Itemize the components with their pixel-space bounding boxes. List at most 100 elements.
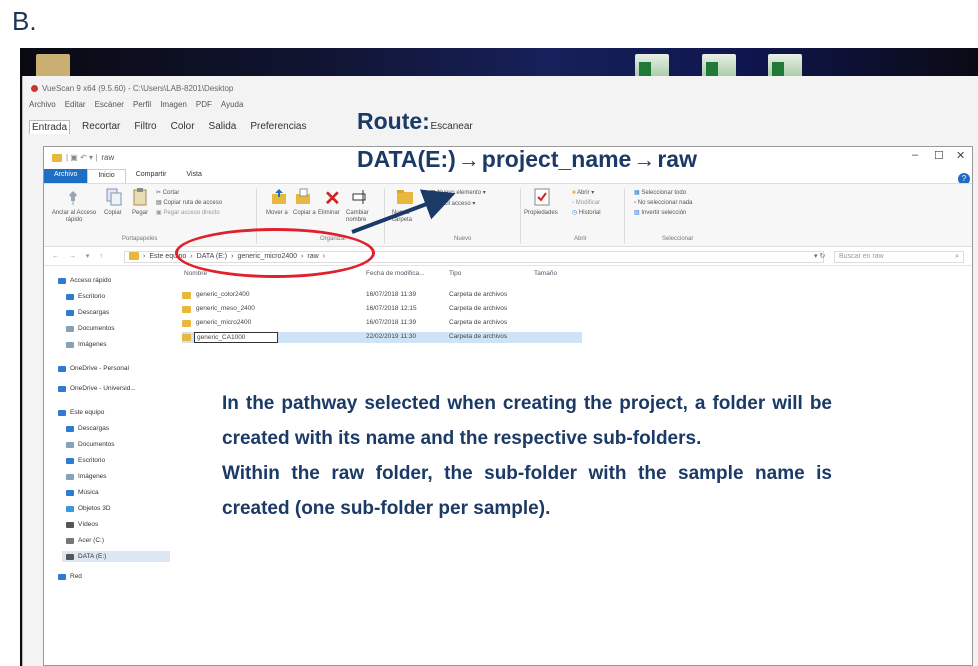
nav-item[interactable]: Imágenes [66,341,107,348]
menu-escaner[interactable]: Escáner [95,100,124,109]
file-row-selected[interactable]: generic_CA1000 22/02/2019 11:30 Carpeta … [182,332,582,343]
column-header-date[interactable]: Fecha de modifica... [366,270,425,277]
menu-archivo[interactable]: Archivo [29,100,56,109]
tab-recortar[interactable]: Recortar [80,120,122,134]
nav-item[interactable]: Descargas [66,309,109,316]
group-divider [520,188,521,244]
navigation-buttons[interactable]: ← → ▾ ↑ [52,252,107,260]
tab-filtro[interactable]: Filtro [132,120,158,134]
videos-icon [66,521,74,528]
folder-icon [182,320,191,327]
refresh-button[interactable]: ▾ ↻ [814,252,825,260]
nav-item[interactable]: Música [66,489,99,496]
search-input[interactable]: Buscar en raw ⌕ [834,251,964,263]
menu-pdf[interactable]: PDF [196,100,212,109]
file-row[interactable]: generic_meso_2400 16/07/2018 12:15 Carpe… [182,304,582,315]
select-all-button[interactable]: ▦ Seleccionar todo [634,190,686,197]
explorer-titlebar: | ▣ ↶ ▾ | raw [52,153,114,162]
maximize-button[interactable]: ☐ [934,149,944,162]
minimize-button[interactable]: – [912,149,918,161]
tab-color[interactable]: Color [169,120,197,134]
ribbon-tab-inicio[interactable]: Inicio [87,169,126,183]
search-icon: ⌕ [955,253,959,260]
ribbon-tab-archivo[interactable]: Archivo [44,169,88,183]
desktop-icon [66,293,74,300]
new-item-button[interactable]: ▦ Nuevo elemento ▾ [430,190,486,197]
nav-item[interactable]: Este equipo [58,409,104,416]
cut-button[interactable]: ✂ Cortar [156,190,179,197]
drive-icon [66,537,74,544]
paste-button[interactable]: Pegar [132,210,148,217]
window-title: raw [101,153,115,162]
menu-imagen[interactable]: Imagen [160,100,187,109]
copy-icon [106,188,122,206]
cloud-icon [58,365,66,372]
cloud-icon [58,385,66,392]
nav-item[interactable]: Descargas [66,425,109,432]
nav-item[interactable]: Documentos [66,325,115,332]
copy-path-button[interactable]: ▤ Copiar ruta de acceso [156,200,222,207]
star-icon [58,277,66,284]
route-arrow-icon: → [457,146,480,172]
ribbon-tab-compartir[interactable]: Compartir [126,169,177,183]
download-icon [66,425,74,432]
select-none-button[interactable]: ▫ No seleccionar nada [634,200,693,207]
nav-item[interactable]: Escritorio [66,293,105,300]
ribbon-tab-vista[interactable]: Vista [176,169,211,183]
properties-button[interactable]: Propiedades [524,210,558,217]
column-header-type[interactable]: Tipo [449,270,461,277]
pictures-icon [66,341,74,348]
rename-button[interactable]: Cambiar nombre [346,210,380,224]
rename-input[interactable]: generic_CA1000 [194,332,278,343]
column-header-size[interactable]: Tamaño [534,270,557,277]
explanation-note: In the pathway selected when creating th… [222,386,832,526]
open-button[interactable]: ■ Abrir ▾ [572,190,594,197]
ribbon-tabs: Archivo Inicio Compartir Vista [44,169,212,183]
folder-icon [129,252,139,260]
nav-item[interactable]: Acer (C:) [66,537,104,544]
copy-to-button[interactable]: Copiar a [293,210,316,217]
column-header-name[interactable]: Nombre [184,270,207,277]
nav-item[interactable]: OneDrive - Personal [58,365,129,372]
group-divider [624,188,625,244]
pin-quick-access-button[interactable]: Anclar al Acceso rápido [50,210,98,224]
nav-item[interactable]: Imágenes [66,473,107,480]
history-button[interactable]: ◷ Historial [572,210,601,217]
nav-item-selected[interactable]: DATA (E:) [62,551,170,562]
nav-item[interactable]: Acceso rápido [58,277,111,284]
quick-access-toolbar[interactable]: | ▣ ↶ ▾ | [66,153,97,162]
ribbon-toolbar: Anclar al Acceso rápido Copiar Pegar ✂ C… [44,183,972,247]
nav-item[interactable]: Objetos 3D [66,505,111,512]
modify-button[interactable]: ▫ Modificar [572,200,600,207]
copy-to-icon [296,188,310,204]
tab-salida[interactable]: Salida [207,120,239,134]
nav-item[interactable]: Red [58,573,82,580]
tab-entrada[interactable]: Entrada [29,120,71,134]
close-button[interactable]: ✕ [956,149,965,162]
delete-button[interactable]: Eliminar [318,210,340,217]
move-to-icon [272,189,286,204]
desktop-icon [66,457,74,464]
paste-shortcut-button[interactable]: ▣ Pegar acceso directo [156,210,220,217]
menu-ayuda[interactable]: Ayuda [221,100,244,109]
group-label-clipboard: Portapapeles [122,236,158,242]
nav-item[interactable]: Documentos [66,441,115,448]
route-step-project: project_name [481,146,632,172]
nav-item[interactable]: Vídeos [66,521,98,528]
highlight-ellipse [175,228,375,278]
nav-item[interactable]: OneDrive - Universid... [58,385,136,392]
file-row[interactable]: generic_color2400 16/07/2018 11:39 Carpe… [182,290,582,301]
copy-button[interactable]: Copiar [104,210,122,217]
easy-access-button[interactable]: ▤ Fácil acceso ▾ [430,201,475,208]
invert-selection-button[interactable]: ▧ Invertir selección [634,210,686,217]
folder-icon [52,153,62,162]
menu-perfil[interactable]: Perfil [133,100,151,109]
new-folder-button[interactable]: Nueva carpeta [392,210,422,224]
tab-escanear[interactable]: Escanear [428,120,474,134]
move-to-button[interactable]: Mover a [266,210,288,217]
file-row[interactable]: generic_micro2400 16/07/2018 11:39 Carpe… [182,318,582,329]
documents-icon [66,325,74,332]
menu-editar[interactable]: Editar [65,100,86,109]
nav-item[interactable]: Escritorio [66,457,105,464]
tab-preferencias[interactable]: Preferencias [248,120,308,134]
